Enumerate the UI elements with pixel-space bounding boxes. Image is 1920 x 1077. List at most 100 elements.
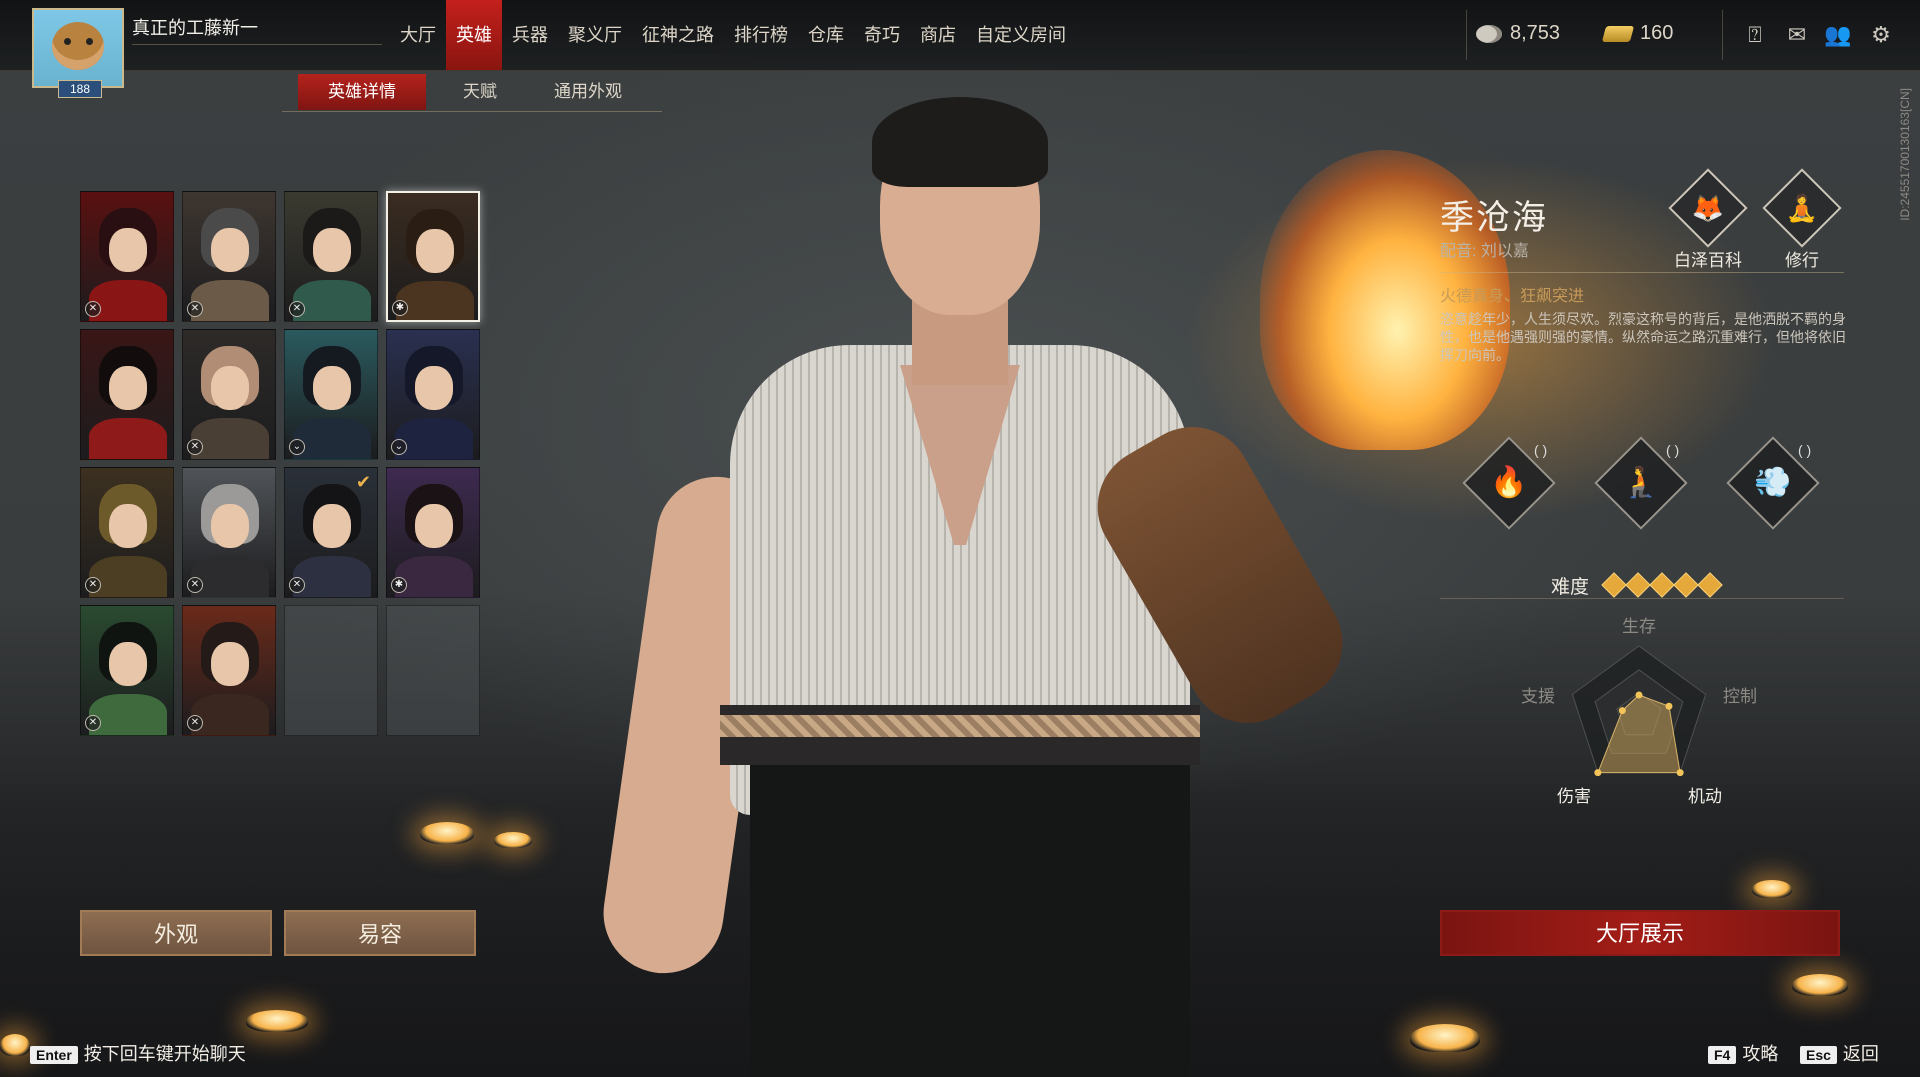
esc-key: Esc <box>1800 1046 1837 1064</box>
tab-guild[interactable]: 聚义厅 <box>558 0 632 70</box>
stance-icon: 🧎 <box>1622 466 1660 499</box>
skill-video-icon[interactable]: ( ) <box>1534 442 1547 458</box>
back-label: 返回 <box>1842 1044 1879 1064</box>
hero-portrait[interactable]: ✕ <box>182 329 276 460</box>
main-nav: 大厅 英雄 兵器 聚义厅 征神之路 排行榜 仓库 奇巧 商店 自定义房间 <box>390 0 1076 70</box>
flame-icon: 🔥 <box>1490 466 1528 499</box>
help-icon[interactable]: ⍰ <box>1742 22 1768 48</box>
hero-portrait[interactable]: ✕ <box>182 605 276 736</box>
tab-storage[interactable]: 仓库 <box>798 0 854 70</box>
skill-video-icon[interactable]: ( ) <box>1666 442 1679 458</box>
role-radar-chart <box>1571 645 1707 777</box>
tab-ranking[interactable]: 排行榜 <box>724 0 798 70</box>
difficulty-diamond-icon <box>1625 572 1651 598</box>
hero-model[interactable] <box>595 95 1365 1077</box>
player-level: 188 <box>58 80 102 98</box>
tab-custom-room[interactable]: 自定义房间 <box>966 0 1076 70</box>
hero-grid: ✕ ✕ ✕ ✱ ✕ ⌄ ⌄ ✕ ✕ ✕ ✔ ✱ ✕ ✕ <box>80 191 480 736</box>
guide-hint[interactable]: F4 攻略 <box>1708 1040 1778 1066</box>
silver-amount: 8,753 <box>1510 22 1561 44</box>
hero-slot-empty <box>386 605 480 736</box>
chat-hint[interactable]: Enter 按下回车键开始聊天 <box>30 1040 246 1066</box>
enter-key: Enter <box>30 1046 78 1064</box>
back-hint[interactable]: Esc 返回 <box>1800 1040 1879 1066</box>
hero-portrait[interactable] <box>80 329 174 460</box>
difficulty-diamond-icon <box>1697 572 1723 598</box>
lotus-lantern <box>1410 1024 1480 1052</box>
hero-portrait[interactable]: ✱ <box>386 467 480 598</box>
hero-status-icon: ✕ <box>187 715 203 731</box>
lotus-lantern <box>494 832 532 848</box>
lotus-lantern <box>1792 974 1848 996</box>
radar-label-support: 支援 <box>1521 687 1555 706</box>
hero-status-icon: ✕ <box>85 577 101 593</box>
radar-label-survival: 生存 <box>1622 617 1656 636</box>
radar-point-support <box>1618 707 1626 715</box>
hero-portrait[interactable]: ✕ ✔ <box>284 467 378 598</box>
friends-icon[interactable]: 👥 <box>1824 22 1851 48</box>
tab-lobby[interactable]: 大厅 <box>390 0 446 70</box>
voice-actor: 配音: 刘以嘉 <box>1440 243 1529 260</box>
subtab-talents[interactable]: 天赋 <box>426 74 534 110</box>
hero-portrait[interactable]: ⌄ <box>386 329 480 460</box>
hero-portrait[interactable]: ✕ <box>80 605 174 736</box>
appearance-button[interactable]: 外观 <box>80 910 272 956</box>
lotus-lantern <box>246 1010 308 1032</box>
hero-status-icon: ✱ <box>391 577 407 593</box>
hero-portrait[interactable]: ⌄ <box>284 329 378 460</box>
hero-portrait[interactable]: ✕ <box>284 191 378 322</box>
wiki-label: 白泽百科 <box>1674 251 1742 270</box>
player-id: ID:2455170013016​3[CN] <box>1898 88 1912 221</box>
hero-name: 季沧海 <box>1440 199 1548 237</box>
tab-shop[interactable]: 商店 <box>910 0 966 70</box>
subtab-general-appearance[interactable]: 通用外观 <box>534 74 642 110</box>
radar-point-mobility <box>1676 769 1684 777</box>
player-name: 真正的工藤新一 <box>132 18 258 38</box>
hero-portrait[interactable]: ✕ <box>182 467 276 598</box>
training-button[interactable]: 🧘 修行 <box>1762 168 1842 271</box>
divider <box>132 44 382 45</box>
hero-description: 恣意趁年少，人生须尽欢。烈豪这称号的背后，是他洒脱不羁的身性，也是他遇强则强的豪… <box>1440 311 1846 363</box>
chat-hint-text: 按下回车键开始聊天 <box>83 1044 246 1064</box>
hero-slot-empty <box>284 605 378 736</box>
hero-portrait[interactable]: ✕ <box>80 191 174 322</box>
difficulty-diamond-icon <box>1649 572 1675 598</box>
hero-subtitle: 火德真身、狂飙突进 <box>1440 288 1585 305</box>
skill-video-icon[interactable]: ( ) <box>1798 442 1811 458</box>
hero-status-icon: ✕ <box>289 301 305 317</box>
settings-icon[interactable]: ⚙ <box>1868 22 1894 48</box>
hero-subtabs: 英雄详情 天赋 通用外观 <box>298 74 642 110</box>
top-bar: 188 真正的工藤新一 大厅 英雄 兵器 聚义厅 征神之路 排行榜 仓库 奇巧 … <box>0 0 1920 98</box>
hero-portrait[interactable]: ✕ <box>182 191 276 322</box>
lotus-lantern <box>1752 880 1792 898</box>
hero-portrait[interactable]: ✱ <box>386 191 480 322</box>
lobby-showcase-button[interactable]: 大厅展示 <box>1440 910 1840 956</box>
guide-label: 攻略 <box>1742 1044 1779 1064</box>
hero-portrait[interactable]: ✕ <box>80 467 174 598</box>
gold-currency[interactable]: 160 <box>1601 22 1674 45</box>
tab-weapons[interactable]: 兵器 <box>502 0 558 70</box>
hero-status-icon: ✕ <box>187 301 203 317</box>
face-edit-button[interactable]: 易容 <box>284 910 476 956</box>
wiki-button[interactable]: 🦊 白泽百科 <box>1668 168 1748 271</box>
fox-icon: 🦊 <box>1668 168 1748 248</box>
difficulty-diamond-icon <box>1673 572 1699 598</box>
tab-heroes[interactable]: 英雄 <box>446 0 502 70</box>
tab-gadgets[interactable]: 奇巧 <box>854 0 910 70</box>
hero-status-icon: ✕ <box>187 577 203 593</box>
checkmark-icon: ✔ <box>355 472 371 492</box>
gold-amount: 160 <box>1640 22 1674 44</box>
tab-conquest[interactable]: 征神之路 <box>632 0 724 70</box>
subtab-hero-details[interactable]: 英雄详情 <box>298 74 426 110</box>
radar-point-control <box>1665 702 1673 710</box>
silver-currency[interactable]: 8,753 <box>1476 22 1560 45</box>
hero-status-icon: ✕ <box>85 715 101 731</box>
radar-point-survival <box>1635 691 1643 699</box>
lotus-lantern <box>420 822 474 844</box>
radar-label-control: 控制 <box>1723 687 1757 706</box>
player-avatar[interactable] <box>32 8 124 88</box>
f4-key: F4 <box>1708 1046 1737 1064</box>
mail-icon[interactable]: ✉ <box>1784 22 1810 48</box>
gold-ingot-icon <box>1601 25 1635 42</box>
divider <box>282 111 662 112</box>
